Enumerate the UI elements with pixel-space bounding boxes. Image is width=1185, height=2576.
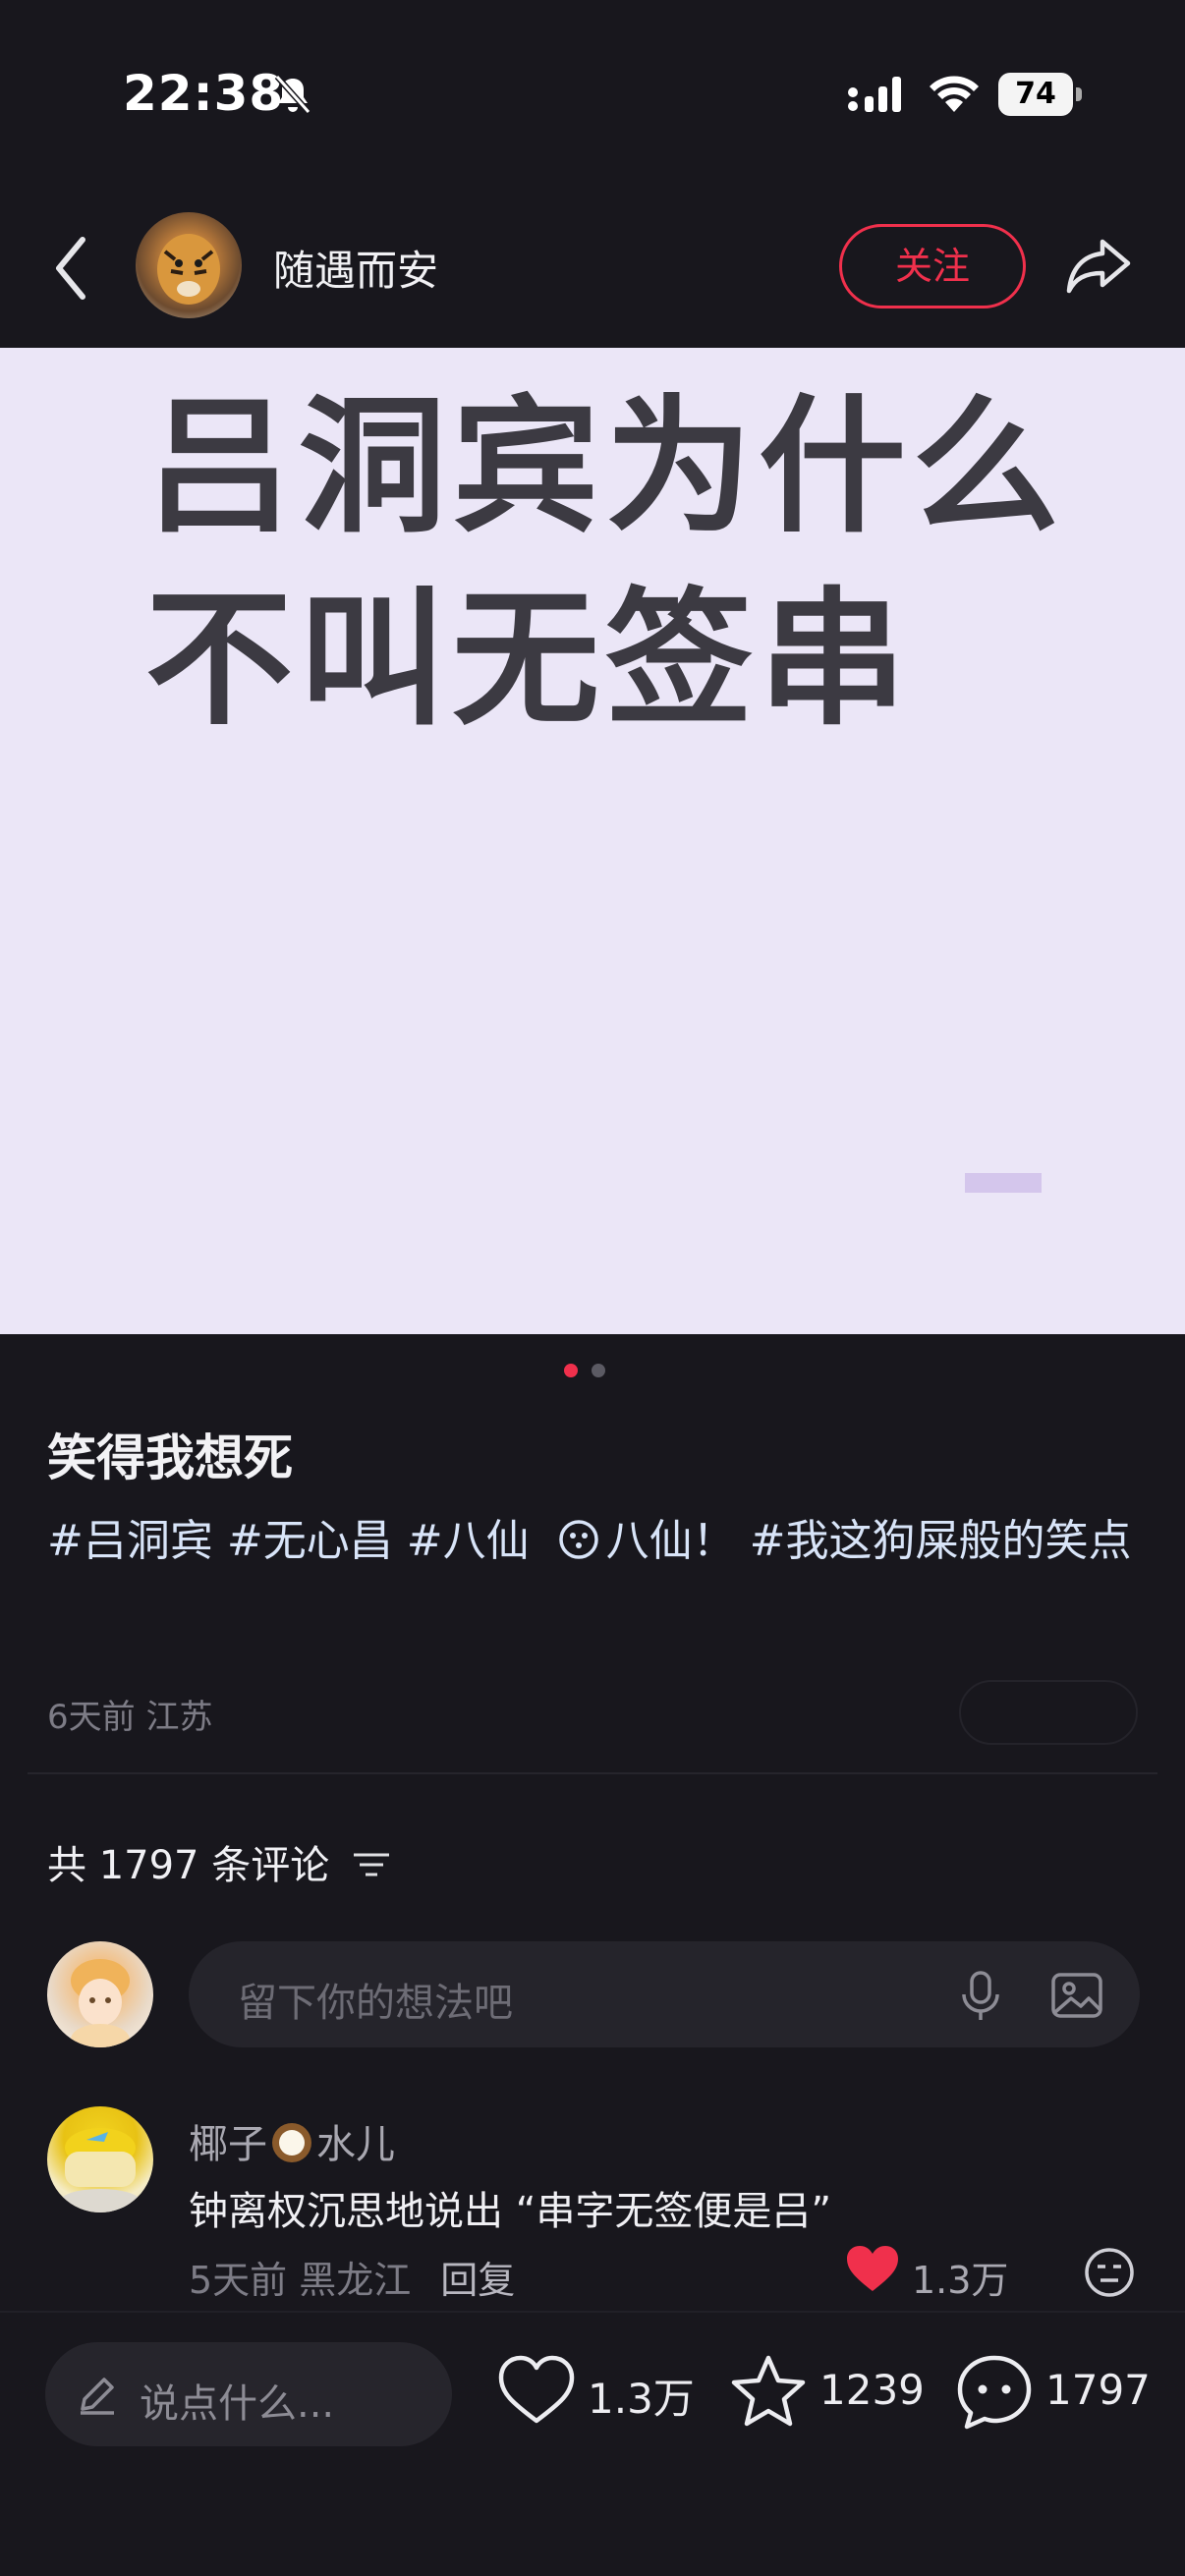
page-dot-active xyxy=(564,1364,578,1377)
bottom-action-bar: 说点什么... 1.3万 1239 1797 xyxy=(0,2311,1185,2576)
coconut-emoji-icon xyxy=(272,2123,311,2162)
back-icon[interactable] xyxy=(47,230,96,307)
topic-link[interactable]: 八仙！ xyxy=(606,1516,736,1566)
emoji-reaction-icon[interactable] xyxy=(1083,2246,1136,2299)
bell-muted-icon xyxy=(274,75,311,114)
author-name[interactable]: 随遇而安 xyxy=(273,238,438,298)
commenter-avatar[interactable] xyxy=(47,2106,153,2212)
image-icon[interactable] xyxy=(1049,1969,1104,2022)
comment-input-placeholder: 留下你的想法吧 xyxy=(238,1981,513,2026)
sort-icon[interactable] xyxy=(352,1849,391,1880)
say-something-input[interactable]: 说点什么... xyxy=(45,2342,452,2446)
hashtag-link[interactable]: #我这狗屎般的笑点 xyxy=(750,1516,1132,1566)
image-text-line1: 吕洞宾为什么 xyxy=(145,382,1066,553)
favorite-count: 1239 xyxy=(819,2366,925,2414)
page-dot xyxy=(592,1364,605,1377)
comment-text: 钟离权沉思地说出 “串字无签便是吕” xyxy=(189,2189,832,2234)
comment-like-count: 1.3万 xyxy=(912,2259,1009,2302)
image-pagination xyxy=(564,1364,623,1383)
post-action-pill[interactable] xyxy=(959,1680,1138,1745)
hashtag-link[interactable]: #无心昌 xyxy=(227,1516,393,1566)
wifi-icon xyxy=(930,76,979,112)
comment-meta: 5天前 黑龙江 回复 xyxy=(189,2250,515,2304)
share-icon[interactable] xyxy=(1063,230,1134,301)
microphone-icon[interactable] xyxy=(955,1969,1006,2022)
like-count: 1.3万 xyxy=(588,2375,695,2423)
pen-icon xyxy=(81,2378,114,2415)
topic-icon xyxy=(558,1520,598,1559)
post-tags: #吕洞宾 #无心昌 #八仙 八仙！ #我这狗屎般的笑点 xyxy=(47,1503,1148,1580)
comment-count[interactable]: 共 1797 条评论 xyxy=(47,1833,391,1890)
post-title: 笑得我想死 xyxy=(47,1429,293,1486)
my-avatar xyxy=(47,1941,153,2047)
comment-count-label: 共 1797 条评论 xyxy=(47,1843,330,1888)
say-something-placeholder: 说点什么... xyxy=(140,2381,335,2427)
author-avatar[interactable] xyxy=(136,212,242,318)
post-time-location: 6天前 江苏 xyxy=(47,1698,213,1737)
comment-input[interactable]: 留下你的想法吧 xyxy=(189,1941,1140,2047)
hashtag-link[interactable]: #八仙 xyxy=(407,1516,530,1566)
star-icon xyxy=(731,2355,806,2427)
heart-icon xyxy=(498,2355,575,2424)
post-image[interactable]: 吕洞宾为什么 不叫无签串 xyxy=(0,348,1185,1334)
comment-time-location: 5天前 黑龙江 xyxy=(189,2259,412,2302)
cellular-signal-icon xyxy=(848,77,901,112)
divider xyxy=(28,1772,1157,1774)
comment-bubble-icon xyxy=(957,2355,1032,2430)
image-text-line2: 不叫无签串 xyxy=(145,575,913,746)
commenter-name-part2: 水儿 xyxy=(316,2122,395,2167)
battery-level: 74 xyxy=(1015,77,1056,111)
commenter-name-part1: 椰子 xyxy=(189,2122,267,2167)
comment-total: 1797 xyxy=(1045,2366,1151,2414)
image-decoration xyxy=(965,1173,1042,1193)
heart-filled-icon[interactable] xyxy=(845,2244,900,2295)
commenter-name[interactable]: 椰子 水儿 xyxy=(189,2112,395,2169)
reply-button[interactable]: 回复 xyxy=(440,2259,515,2302)
battery-icon: 74 xyxy=(998,73,1082,116)
post-header: 随遇而安 关注 xyxy=(0,187,1185,349)
status-time: 22:38 xyxy=(123,65,285,122)
status-bar: 22:38 74 xyxy=(0,0,1185,187)
hashtag-link[interactable]: #吕洞宾 xyxy=(47,1516,213,1566)
follow-button[interactable]: 关注 xyxy=(839,224,1026,308)
